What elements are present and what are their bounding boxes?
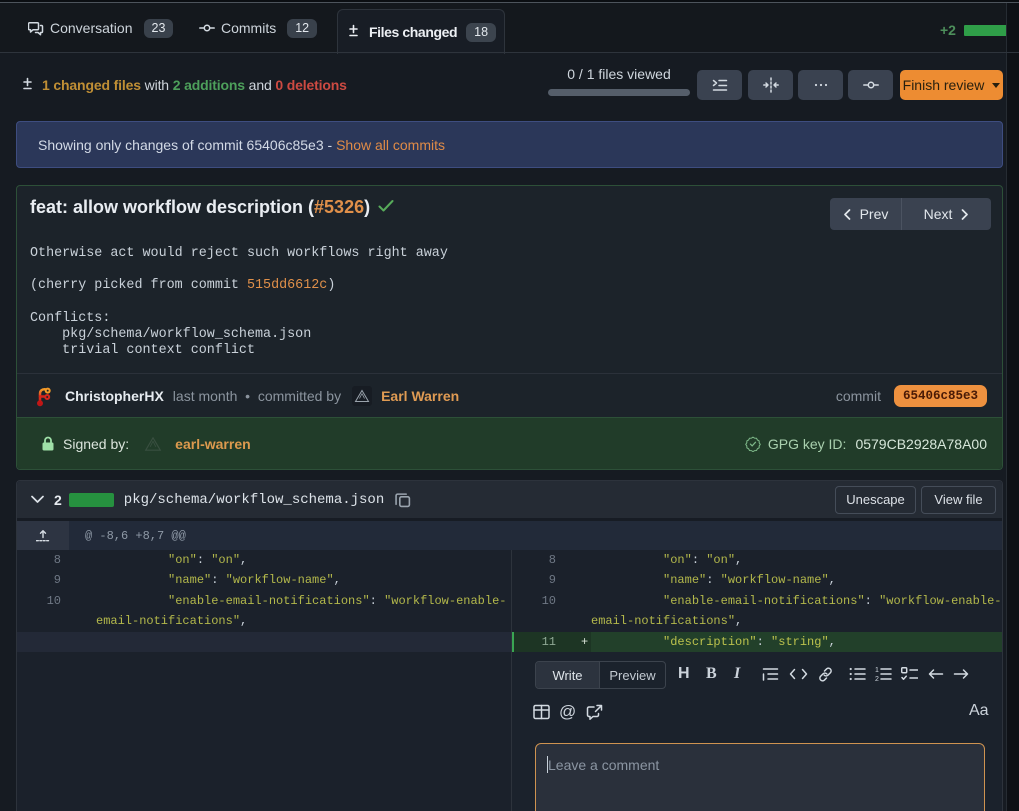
svg-text:1: 1	[875, 667, 879, 674]
svg-text:2: 2	[875, 676, 879, 681]
